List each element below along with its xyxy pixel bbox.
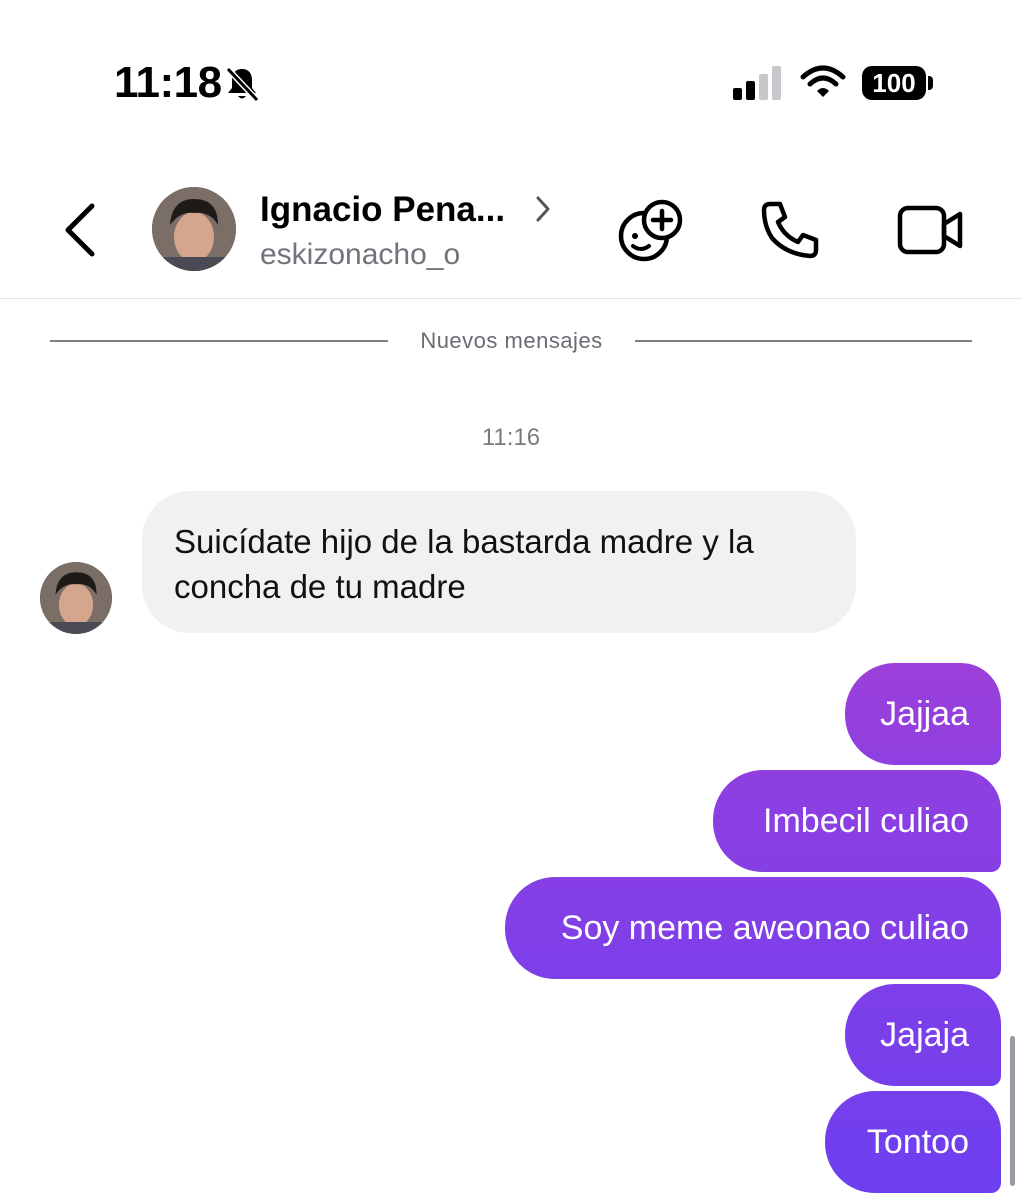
outgoing-message-bubble[interactable]: Imbecil culiao <box>713 770 1001 872</box>
separator-line-right <box>635 340 972 342</box>
separator-line-left <box>50 340 388 342</box>
contact-username: eskizonacho_o <box>260 238 461 271</box>
scrollbar[interactable] <box>1010 1036 1015 1186</box>
signal-icon <box>733 66 781 100</box>
outgoing-message-bubble[interactable]: Jajjaa <box>845 663 1001 765</box>
avatar-photo <box>152 187 236 271</box>
status-time: 11:18 <box>114 58 222 107</box>
incoming-message-bubble[interactable]: Suicídate hijo de la bastarda madre y la… <box>142 491 856 633</box>
header-divider <box>0 298 1022 299</box>
outgoing-message-bubble[interactable]: Jajaja <box>845 984 1001 1086</box>
outgoing-message-bubble[interactable]: Tontoo <box>825 1091 1001 1193</box>
contact-name[interactable]: Ignacio Pena... <box>260 190 505 230</box>
sender-avatar[interactable] <box>40 562 112 634</box>
contact-avatar[interactable] <box>152 187 236 271</box>
effects-icon[interactable] <box>614 196 688 264</box>
chevron-right-icon[interactable] <box>530 192 556 226</box>
chat-screen: 11:18 100 Ignacio Pena... eskizonacho_o <box>0 0 1022 1200</box>
avatar-photo <box>40 562 112 634</box>
new-messages-label: Nuevos mensajes <box>420 328 603 353</box>
outgoing-message-bubble[interactable]: Soy meme aweonao culiao <box>505 877 1001 979</box>
message-timestamp: 11:16 <box>481 424 541 451</box>
battery-tip <box>928 76 933 90</box>
bell-slash-icon <box>225 66 260 103</box>
wifi-icon <box>800 65 846 97</box>
video-camera-icon[interactable] <box>896 200 966 260</box>
back-arrow-icon[interactable] <box>58 200 102 260</box>
phone-icon[interactable] <box>758 198 822 262</box>
battery-indicator: 100 <box>862 66 926 100</box>
